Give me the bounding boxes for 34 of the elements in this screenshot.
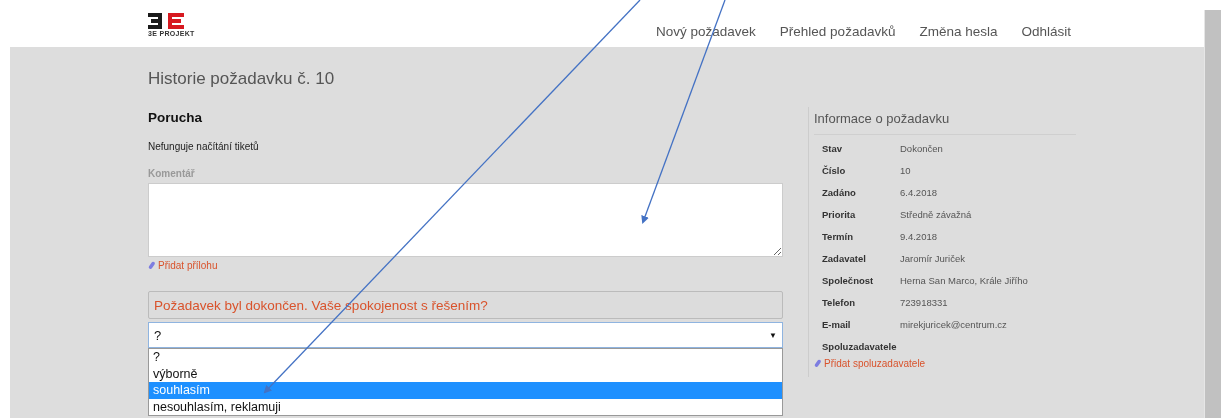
scrollbar[interactable] — [1204, 10, 1221, 418]
request-title: Porucha — [148, 110, 203, 125]
nav-link[interactable]: Přehled požadavků — [779, 24, 896, 39]
paperclip-icon — [148, 261, 156, 270]
comment-field[interactable] — [148, 183, 783, 257]
info-label: Zadavatel — [822, 253, 867, 264]
info-value: Dokončen — [900, 143, 944, 154]
comment-label: Komentář — [148, 168, 196, 179]
info-label: Priorita — [822, 209, 857, 220]
co-requesters-label: Spoluzadavatele — [821, 340, 898, 354]
paperclip-icon — [814, 359, 822, 368]
info-label: Termín — [822, 231, 854, 242]
info-value: Jaromír Juriček — [900, 253, 966, 264]
info-value: Herna San Marco, Krále Jiřího — [900, 275, 1029, 286]
info-value: mirekjuricek@centrum.cz — [900, 319, 1008, 330]
info-value: Středně závažná — [900, 209, 973, 220]
caret-icon: ▼ — [769, 330, 777, 340]
info-label: Telefon — [822, 297, 857, 308]
info-value: 9.4.2018 — [900, 231, 938, 242]
info-label: Společnost — [822, 275, 875, 286]
info-value: 723918331 — [900, 297, 949, 308]
info-label: Stav — [822, 143, 844, 154]
nav-link[interactable]: Změna hesla — [919, 24, 998, 39]
info-label: Zadáno — [822, 187, 857, 198]
logo-icon — [148, 12, 184, 29]
info-label: E-mail — [822, 319, 852, 330]
panel-title: Informace o požadavku — [814, 107, 1076, 135]
page-title: Historie požadavku č. 10 — [148, 69, 336, 89]
request-description: Nefunguje načítání tiketů — [148, 141, 260, 152]
info-label: Číslo — [822, 165, 847, 176]
nav-link[interactable]: Odhlásit — [1021, 24, 1071, 39]
info-value: 6.4.2018 — [900, 187, 938, 198]
satisfaction-select[interactable]: ? ▼ — [148, 322, 783, 348]
info-value: 10 — [900, 165, 912, 176]
